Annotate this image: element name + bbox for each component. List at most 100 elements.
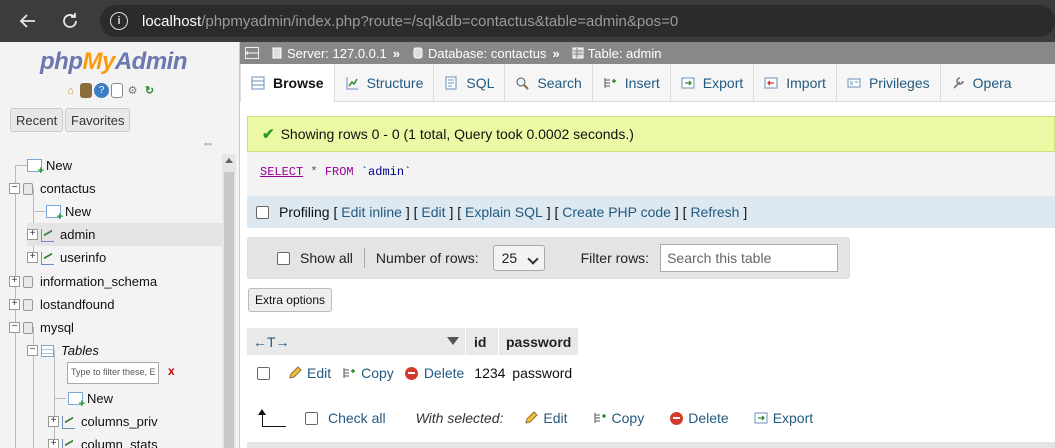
tree-db-lostandfound[interactable]: + lostandfound [9, 293, 114, 316]
filter-rows-input[interactable]: Search this table [660, 244, 839, 272]
expand-icon[interactable]: + [9, 299, 20, 310]
copy-icon [592, 411, 608, 425]
bulk-copy-button[interactable]: Copy [592, 410, 645, 426]
expand-icon[interactable]: + [9, 276, 20, 287]
breadcrumb-table[interactable]: Table: admin [588, 46, 662, 61]
edit-link[interactable]: Edit [421, 204, 445, 220]
clear-filter-icon[interactable]: x [168, 364, 175, 378]
link-with-main-icon[interactable]: ⇔ [202, 137, 216, 149]
create-php-code-link[interactable]: Create PHP code [562, 204, 671, 220]
row-checkbox[interactable] [257, 366, 270, 380]
favorites-button[interactable]: Favorites [65, 108, 131, 132]
tree-contactus-new-table[interactable]: New [46, 200, 91, 223]
expand-columns-icon[interactable]: ←T→ [253, 334, 290, 350]
phpmyadmin-logo[interactable]: phpMyAdmin [40, 48, 188, 76]
tab-insert[interactable]: Insert [593, 64, 671, 102]
column-header-id[interactable]: id [466, 328, 499, 355]
quick-links: ⌂ ? ⚙ ↻ [63, 83, 157, 98]
column-arrows[interactable]: ←T→ [247, 328, 466, 355]
row-copy-button[interactable]: Copy [341, 365, 394, 381]
tree-new-database[interactable]: New [27, 154, 72, 177]
number-of-rows-select[interactable]: 25 [492, 245, 545, 271]
sql-keyword-select[interactable]: SELECT [260, 165, 303, 179]
explain-sql-link[interactable]: Explain SQL [465, 204, 543, 220]
tree-table-columns-priv[interactable]: + columns_priv [48, 410, 158, 433]
bulk-export-button[interactable]: Export [753, 410, 813, 426]
reload-nav-icon[interactable]: ↻ [142, 83, 157, 98]
tree-table-userinfo[interactable]: + userinfo [27, 246, 106, 269]
refresh-link[interactable]: Refresh [690, 204, 739, 220]
sort-dropdown-icon[interactable] [447, 337, 459, 345]
tab-label: Privileges [868, 75, 930, 91]
browser-toolbar: i localhost/phpmyadmin/index.php?route=/… [0, 0, 1055, 42]
cell-password[interactable]: password [512, 365, 572, 381]
operations-icon [951, 76, 965, 90]
tree-label: lostandfound [40, 297, 115, 312]
collapse-icon[interactable]: − [9, 183, 20, 194]
tree-table-column-stats[interactable]: + column_stats [48, 433, 158, 448]
recent-button[interactable]: Recent [10, 108, 64, 132]
profiling-label: Profiling [279, 204, 330, 220]
scroll-up-icon[interactable] [225, 158, 233, 163]
tab-operations[interactable]: Opera [941, 64, 1022, 102]
column-header-password[interactable]: password [499, 328, 579, 355]
home-icon[interactable]: ⌂ [63, 83, 78, 98]
tab-structure[interactable]: Structure [335, 64, 435, 102]
bulk-edit-button[interactable]: Edit [523, 410, 568, 426]
expand-icon[interactable]: + [48, 439, 59, 448]
tab-search[interactable]: Search [505, 64, 593, 102]
site-info-icon[interactable]: i [110, 12, 128, 30]
scroll-thumb[interactable] [224, 172, 234, 448]
docs-icon[interactable] [111, 83, 123, 98]
tab-browse[interactable]: Browse [240, 64, 335, 102]
filter-rows-label: Filter rows: [580, 250, 650, 266]
collapse-nav-icon[interactable]: ⟵ [245, 47, 259, 59]
tab-label: Search [537, 75, 582, 91]
tab-privileges[interactable]: Privileges [837, 64, 941, 102]
tree-label: userinfo [60, 250, 107, 265]
tab-export[interactable]: Export [671, 64, 755, 102]
check-all-label[interactable]: Check all [328, 410, 386, 426]
tree-mysql-tables[interactable]: − Tables [27, 339, 99, 362]
expand-icon[interactable]: + [27, 252, 38, 263]
tree-db-mysql[interactable]: − mysql [9, 316, 74, 339]
bulk-edit-label: Edit [543, 410, 568, 426]
tree-mysql-new-table[interactable]: New [68, 387, 113, 410]
settings-gear-icon[interactable]: ⚙ [125, 83, 140, 98]
tab-import[interactable]: Import [754, 64, 837, 102]
expand-icon[interactable]: + [27, 229, 38, 240]
tree-line [54, 398, 66, 399]
profiling-checkbox[interactable] [256, 205, 269, 219]
tab-sql[interactable]: SQL [434, 64, 506, 102]
bracket: ] [ [405, 204, 418, 220]
row-edit-button[interactable]: Edit [287, 365, 331, 381]
expand-icon[interactable]: + [48, 416, 59, 427]
tree-line [33, 211, 47, 212]
server-icon [272, 47, 282, 59]
navigation-panel: phpMyAdmin ⌂ ? ⚙ ↻ Recent Favorites ⇔ Ne… [0, 42, 240, 448]
check-all-checkbox[interactable] [305, 411, 318, 425]
help-icon[interactable]: ? [94, 83, 109, 98]
table-row: Edit Copy Delete 1234 password [247, 357, 573, 389]
tab-label: Insert [624, 75, 660, 91]
tree-table-admin[interactable]: + admin [27, 223, 222, 246]
tree-db-contactus[interactable]: − contactus [9, 177, 96, 200]
address-bar[interactable]: i localhost/phpmyadmin/index.php?route=/… [100, 5, 1055, 37]
breadcrumb-database[interactable]: Database: contactus [428, 46, 547, 61]
row-delete-button[interactable]: Delete [404, 365, 464, 381]
reload-button[interactable] [52, 3, 88, 39]
collapse-icon[interactable]: − [9, 322, 20, 333]
breadcrumb-server[interactable]: Server: 127.0.0.1 [287, 46, 387, 61]
tree-db-information-schema[interactable]: + information_schema [9, 270, 157, 293]
bulk-delete-button[interactable]: Delete [668, 410, 729, 426]
show-all-checkbox[interactable] [277, 251, 290, 265]
bulk-copy-label: Copy [611, 410, 645, 426]
collapse-icon[interactable]: − [27, 345, 38, 356]
tree-scrollbar[interactable] [222, 154, 236, 448]
edit-inline-link[interactable]: Edit inline [341, 204, 402, 220]
cell-id[interactable]: 1234 [474, 365, 510, 381]
logout-icon[interactable] [80, 83, 92, 98]
back-button[interactable] [10, 3, 46, 39]
extra-options-button[interactable]: Extra options [248, 288, 332, 312]
tree-filter-input[interactable]: Type to filter these, E [67, 362, 159, 384]
